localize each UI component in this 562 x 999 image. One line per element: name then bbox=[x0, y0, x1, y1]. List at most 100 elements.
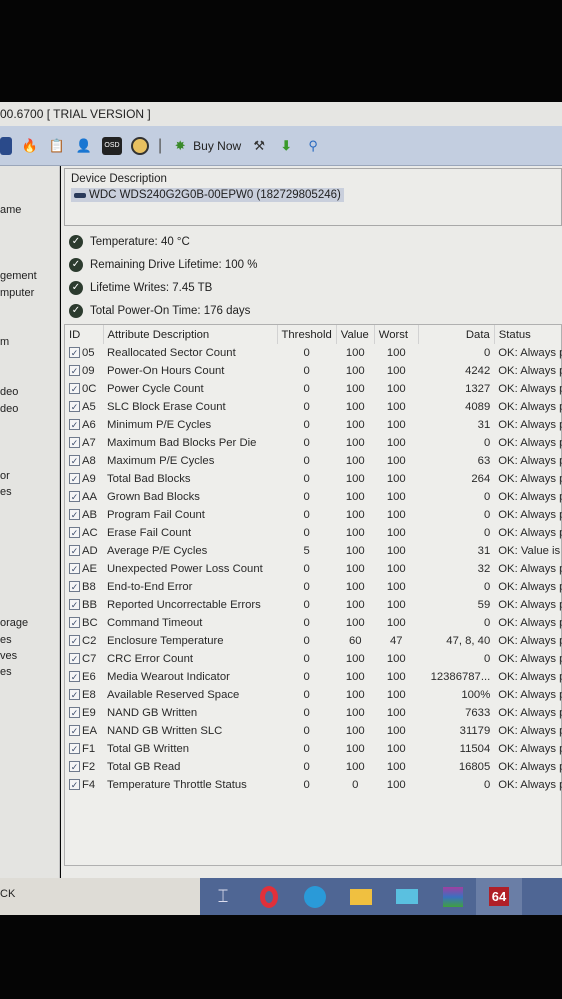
attr-status: OK: Always pas bbox=[498, 491, 562, 503]
attr-status: OK: Always pa bbox=[498, 383, 562, 395]
check-icon: ✓ bbox=[69, 303, 83, 318]
checkbox[interactable]: ✓ bbox=[69, 437, 80, 448]
checkbox[interactable]: ✓ bbox=[69, 473, 80, 484]
col-data[interactable]: Data bbox=[418, 325, 495, 344]
checkbox[interactable]: ✓ bbox=[69, 563, 80, 574]
checkbox[interactable]: ✓ bbox=[69, 653, 80, 664]
table-row[interactable]: ✓BC Command Timeout 0 100 100 0 OK: Always pas bbox=[65, 614, 562, 632]
table-row[interactable]: ✓C7 CRC Error Count 0 100 100 0 OK: Always pas bbox=[65, 650, 562, 668]
clipboard-icon[interactable]: 📋 bbox=[48, 137, 66, 155]
checkbox[interactable]: ✓ bbox=[69, 779, 80, 790]
table-row[interactable]: ✓ E9 NAND GB Written 0 100 100 7633 OK: Always … bbox=[65, 704, 562, 722]
checkbox[interactable]: ✓ bbox=[69, 455, 80, 466]
table-row[interactable]: ✓ AE Unexpected Power Loss Count 0 100 100 32 O… bbox=[65, 560, 562, 578]
tool-icon[interactable]: ⚒ bbox=[250, 137, 268, 155]
sidebar-item[interactable]: es bbox=[0, 634, 12, 646]
table-row[interactable]: ✓F2 Total GB Read 0 100 100 16805 OK: Always p… bbox=[65, 758, 562, 776]
drive-icon[interactable] bbox=[0, 136, 12, 155]
osd-icon[interactable]: OSD bbox=[102, 136, 122, 155]
col-description[interactable]: Attribute Description bbox=[103, 325, 278, 344]
checkbox[interactable]: ✓ bbox=[69, 671, 80, 682]
checkbox[interactable]: ✓ bbox=[69, 689, 80, 700]
sidebar-item[interactable]: ame bbox=[0, 204, 21, 216]
sidebar-item[interactable]: or bbox=[0, 470, 10, 482]
sidebar-item[interactable]: deo bbox=[0, 386, 18, 398]
sidebar-item[interactable]: es bbox=[0, 486, 12, 498]
table-row[interactable]: ✓ AB Program Fail Count 0 100 100 0 OK: Always … bbox=[65, 506, 562, 524]
checkbox[interactable]: ✓ bbox=[69, 491, 80, 502]
attr-worst: 100 bbox=[386, 419, 406, 431]
sidebar-item[interactable]: es bbox=[0, 666, 12, 678]
table-row[interactable]: ✓ A5 SLC Block Erase Count 0 100 100 4089 OK: A… bbox=[65, 398, 562, 416]
gauge-icon[interactable] bbox=[131, 136, 149, 155]
table-row[interactable]: ✓ A6 Minimum P/E Cycles 0 100 100 31 OK: Always… bbox=[65, 416, 562, 434]
attr-value: 100 bbox=[345, 347, 365, 359]
table-row[interactable]: ✓B8 End-to-End Error 0 100 100 0 OK: Always pa… bbox=[65, 578, 562, 596]
checkbox[interactable]: ✓ bbox=[69, 347, 80, 358]
table-row[interactable]: ✓ E8 Available Reserved Space 0 100 100 100% OK… bbox=[65, 686, 562, 704]
checkbox[interactable]: ✓ bbox=[69, 761, 80, 772]
checkbox[interactable]: ✓ bbox=[69, 509, 80, 520]
col-status[interactable]: Status bbox=[494, 325, 562, 344]
attr-value: 100 bbox=[345, 563, 365, 575]
table-row[interactable]: ✓ F1 Total GB Written 0 100 100 11504 OK: Alway… bbox=[65, 740, 562, 758]
checkbox[interactable]: ✓ bbox=[69, 365, 80, 376]
sidebar-item[interactable]: mputer bbox=[0, 287, 34, 299]
edge-icon[interactable] bbox=[292, 878, 338, 915]
task-view-icon[interactable]: ⌶ bbox=[200, 878, 246, 915]
table-row[interactable]: ✓ F4 Temperature Throttle Status 0 0 100 0 OK: … bbox=[65, 776, 562, 794]
search-icon[interactable]: ⚲ bbox=[304, 137, 322, 155]
mail-icon[interactable] bbox=[384, 878, 430, 915]
checkbox[interactable]: ✓ bbox=[69, 599, 80, 610]
checkbox[interactable]: ✓ bbox=[69, 725, 80, 736]
opera-icon[interactable] bbox=[246, 878, 292, 915]
flame-icon[interactable]: 🔥 bbox=[21, 137, 39, 155]
user-icon[interactable]: 👤 bbox=[75, 137, 93, 155]
checkbox[interactable]: ✓ bbox=[69, 383, 80, 394]
attr-worst: 100 bbox=[386, 599, 406, 611]
checkbox[interactable]: ✓ bbox=[69, 581, 80, 592]
attr-worst: 100 bbox=[386, 779, 406, 791]
attr-worst: 100 bbox=[386, 455, 406, 467]
table-row[interactable]: ✓ 0C Power Cycle Count 0 100 100 1327 OK: Alway… bbox=[65, 380, 562, 398]
table-row[interactable]: ✓AC Erase Fail Count 0 100 100 0 OK: Always pa… bbox=[65, 524, 562, 542]
sidebar-item[interactable]: m bbox=[0, 336, 9, 348]
table-row[interactable]: ✓ A8 Maximum P/E Cycles 0 100 100 63 OK: Always… bbox=[65, 452, 562, 470]
sidebar-item[interactable]: gement bbox=[0, 270, 37, 282]
col-value[interactable]: Value bbox=[336, 325, 375, 344]
sidebar-item[interactable]: deo bbox=[0, 403, 18, 415]
table-row[interactable]: ✓ A7 Maximum Bad Blocks Per Die 0 100 100 0 OK:… bbox=[65, 434, 562, 452]
checkbox[interactable]: ✓ bbox=[69, 707, 80, 718]
col-worst[interactable]: Worst bbox=[374, 325, 419, 344]
table-row[interactable]: ✓ AD Average P/E Cycles 5 100 100 31 OK: Value … bbox=[65, 542, 562, 560]
col-threshold[interactable]: Threshold bbox=[277, 325, 337, 344]
checkbox[interactable]: ✓ bbox=[69, 617, 80, 628]
checkbox[interactable]: ✓ bbox=[69, 635, 80, 646]
table-row[interactable]: ✓ 05 Reallocated Sector Count 0 100 100 0 OK: A… bbox=[65, 344, 562, 362]
table-row[interactable]: ✓ A9 Total Bad Blocks 0 100 100 264 OK: Always … bbox=[65, 470, 562, 488]
attr-id: BB bbox=[82, 599, 98, 611]
table-row[interactable]: ✓ BB Reported Uncorrectable Errors 0 100 100 5… bbox=[65, 596, 562, 614]
attr-data: 0 bbox=[483, 491, 491, 503]
checkbox[interactable]: ✓ bbox=[69, 401, 80, 412]
aida64-icon[interactable]: 64 bbox=[476, 878, 522, 915]
download-icon[interactable]: ⬇ bbox=[277, 137, 295, 155]
table-row[interactable]: ✓ C2 Enclosure Temperature 0 60 47 47, 8, 40 OK… bbox=[65, 632, 562, 650]
file-explorer-icon[interactable] bbox=[338, 878, 384, 915]
device-item[interactable]: WDC WDS240G2G0B-00EPW0 (182729805246) bbox=[71, 188, 344, 202]
winrar-icon[interactable] bbox=[430, 878, 476, 915]
attr-threshold: 0 bbox=[303, 527, 310, 539]
buy-now-button[interactable]: ✸ Buy Now bbox=[171, 137, 241, 155]
sidebar-item[interactable]: ves bbox=[0, 650, 17, 662]
checkbox[interactable]: ✓ bbox=[69, 743, 80, 754]
table-row[interactable]: ✓ E6 Media Wearout Indicator 0 100 100 1238678… bbox=[65, 668, 562, 686]
checkbox[interactable]: ✓ bbox=[69, 527, 80, 538]
sidebar-item[interactable]: orage bbox=[0, 617, 28, 629]
checkbox[interactable]: ✓ bbox=[69, 545, 80, 556]
attr-value: 100 bbox=[345, 707, 365, 719]
table-row[interactable]: ✓ EA NAND GB Written SLC 0 100 100 31179 OK: Al… bbox=[65, 722, 562, 740]
col-id[interactable]: ID bbox=[65, 325, 104, 344]
table-row[interactable]: ✓AA Grown Bad Blocks 0 100 100 0 OK: Always pa… bbox=[65, 488, 562, 506]
table-row[interactable]: ✓ 09 Power-On Hours Count 0 100 100 4242 OK: Al… bbox=[65, 362, 562, 380]
checkbox[interactable]: ✓ bbox=[69, 419, 80, 430]
